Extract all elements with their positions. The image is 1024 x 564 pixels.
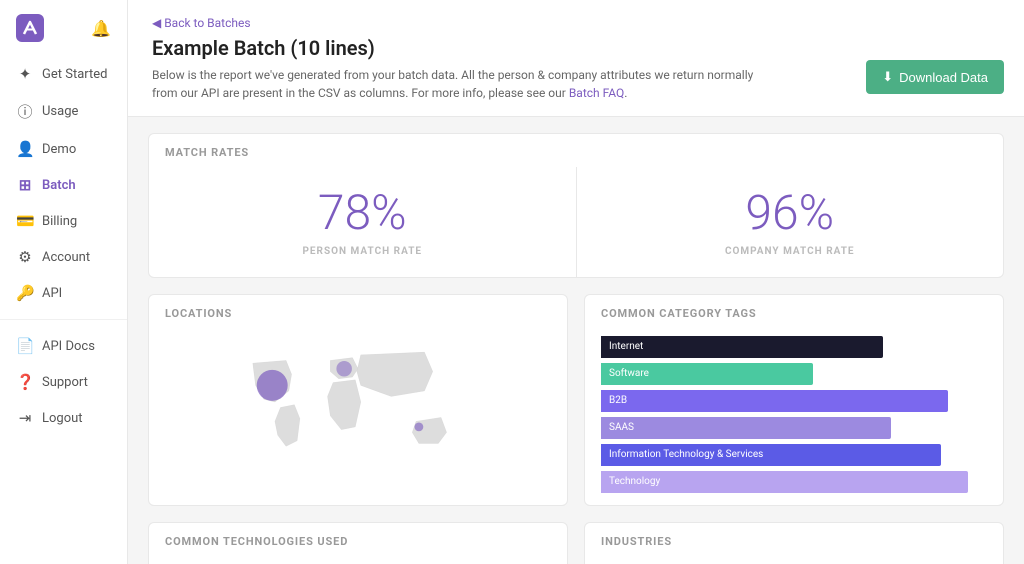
sidebar-item-logout[interactable]: ⇥ Logout bbox=[0, 400, 127, 436]
sidebar-item-label: Usage bbox=[42, 104, 78, 119]
back-link[interactable]: ◀ Back to Batches bbox=[152, 16, 251, 30]
bar-label: Technology bbox=[601, 473, 668, 490]
sidebar-item-label: Account bbox=[42, 250, 90, 265]
support-icon: ❓ bbox=[16, 373, 34, 391]
locations-card: LOCATIONS bbox=[148, 294, 568, 506]
sidebar-item-account[interactable]: ⚙ Account bbox=[0, 239, 127, 275]
company-match-value: 96% bbox=[577, 187, 1004, 240]
sidebar-item-label: Billing bbox=[42, 214, 77, 229]
main-content: ◀ Back to Batches Example Batch (10 line… bbox=[128, 0, 1024, 564]
sidebar-item-label: Support bbox=[42, 375, 88, 390]
company-match-rate: 96% COMPANY MATCH RATE bbox=[577, 167, 1004, 277]
technologies-chart: Facebook Ads Nginx Aws Ec2 Google Apps G… bbox=[149, 556, 567, 564]
batch-faq-link[interactable]: Batch FAQ bbox=[569, 86, 624, 100]
sidebar-item-label: Get Started bbox=[42, 67, 107, 82]
sidebar-item-get-started[interactable]: ✦ Get Started bbox=[0, 56, 127, 92]
category-bar-row: B2B bbox=[601, 390, 987, 412]
batch-icon: ⊞ bbox=[16, 176, 34, 194]
technologies-card: COMMON TECHNOLOGIES USED Facebook Ads Ng… bbox=[148, 522, 568, 564]
sidebar-item-api[interactable]: 🔑 API bbox=[0, 275, 127, 311]
get-started-icon: ✦ bbox=[16, 65, 34, 83]
sidebar-item-support[interactable]: ❓ Support bbox=[0, 364, 127, 400]
industries-pie-area: Hotels, Restaurants & Leisure Internet S… bbox=[585, 556, 1003, 564]
demo-icon: 👤 bbox=[16, 140, 34, 158]
bar-label: Software bbox=[601, 365, 661, 382]
logout-icon: ⇥ bbox=[16, 409, 34, 427]
category-tags-chart: Internet Software B2B SAAS Information T… bbox=[585, 328, 1003, 505]
download-data-button[interactable]: ⬇ Download Data bbox=[866, 60, 1004, 94]
category-bar-row: SAAS bbox=[601, 417, 987, 439]
technologies-header: COMMON TECHNOLOGIES USED bbox=[149, 523, 567, 556]
person-match-value: 78% bbox=[149, 187, 576, 240]
page-description: Below is the report we've generated from… bbox=[152, 66, 772, 116]
notification-bell-icon[interactable]: 🔔 bbox=[91, 19, 111, 38]
category-bar-row: Information Technology & Services bbox=[601, 444, 987, 466]
tech-industries-row: COMMON TECHNOLOGIES USED Facebook Ads Ng… bbox=[148, 522, 1004, 564]
api-docs-icon: 📄 bbox=[16, 337, 34, 355]
download-icon: ⬇ bbox=[882, 69, 893, 85]
api-icon: 🔑 bbox=[16, 284, 34, 302]
category-tags-header: COMMON CATEGORY TAGS bbox=[585, 295, 1003, 328]
bottom-navigation: 📄 API Docs ❓ Support ⇥ Logout bbox=[0, 328, 127, 436]
sidebar-item-label: API Docs bbox=[42, 339, 95, 354]
map-container bbox=[149, 328, 567, 488]
company-match-label: COMPANY MATCH RATE bbox=[577, 246, 1004, 257]
industries-card: INDUSTRIES Hotels, Restau bbox=[584, 522, 1004, 564]
billing-icon: 💳 bbox=[16, 212, 34, 230]
category-bar-row: Software bbox=[601, 363, 987, 385]
locations-tags-row: LOCATIONS bbox=[148, 294, 1004, 506]
category-bar-row: Internet bbox=[601, 336, 987, 358]
sidebar-item-label: API bbox=[42, 286, 62, 301]
sidebar-item-batch[interactable]: ⊞ Batch bbox=[0, 167, 127, 203]
sidebar-item-label: Batch bbox=[42, 178, 76, 193]
sidebar: 🔔 ✦ Get Started ⓘ Usage 👤 Demo ⊞ Batch 💳… bbox=[0, 0, 128, 564]
bar-label: Information Technology & Services bbox=[601, 446, 771, 463]
match-rates-row: 78% PERSON MATCH RATE 96% COMPANY MATCH … bbox=[149, 167, 1003, 277]
account-icon: ⚙ bbox=[16, 248, 34, 266]
person-match-rate: 78% PERSON MATCH RATE bbox=[149, 167, 576, 277]
category-tags-card: COMMON CATEGORY TAGS Internet Software B… bbox=[584, 294, 1004, 506]
sidebar-item-label: Demo bbox=[42, 142, 76, 157]
category-bar-row: Technology bbox=[601, 471, 987, 493]
usage-icon: ⓘ bbox=[16, 101, 34, 122]
match-rates-header: MATCH RATES bbox=[149, 134, 1003, 167]
bar-label: Internet bbox=[601, 338, 661, 355]
top-bar: ◀ Back to Batches Example Batch (10 line… bbox=[128, 0, 1024, 117]
sidebar-logo: 🔔 bbox=[0, 0, 127, 56]
world-map bbox=[168, 330, 548, 485]
sidebar-item-label: Logout bbox=[42, 411, 83, 426]
sidebar-item-billing[interactable]: 💳 Billing bbox=[0, 203, 127, 239]
nav-divider bbox=[0, 319, 127, 320]
bar-label: B2B bbox=[601, 392, 661, 409]
bar-label: SAAS bbox=[601, 419, 661, 436]
sidebar-item-api-docs[interactable]: 📄 API Docs bbox=[0, 328, 127, 364]
page-title: Example Batch (10 lines) bbox=[152, 36, 1000, 60]
sidebar-item-usage[interactable]: ⓘ Usage bbox=[0, 92, 127, 131]
person-match-label: PERSON MATCH RATE bbox=[149, 246, 576, 257]
main-navigation: ✦ Get Started ⓘ Usage 👤 Demo ⊞ Batch 💳 B… bbox=[0, 56, 127, 311]
app-logo bbox=[16, 14, 44, 42]
sidebar-item-demo[interactable]: 👤 Demo bbox=[0, 131, 127, 167]
locations-header: LOCATIONS bbox=[149, 295, 567, 328]
industries-header: INDUSTRIES bbox=[585, 523, 1003, 556]
match-rates-card: MATCH RATES 78% PERSON MATCH RATE 96% CO… bbox=[148, 133, 1004, 278]
content-area: MATCH RATES 78% PERSON MATCH RATE 96% CO… bbox=[128, 117, 1024, 564]
